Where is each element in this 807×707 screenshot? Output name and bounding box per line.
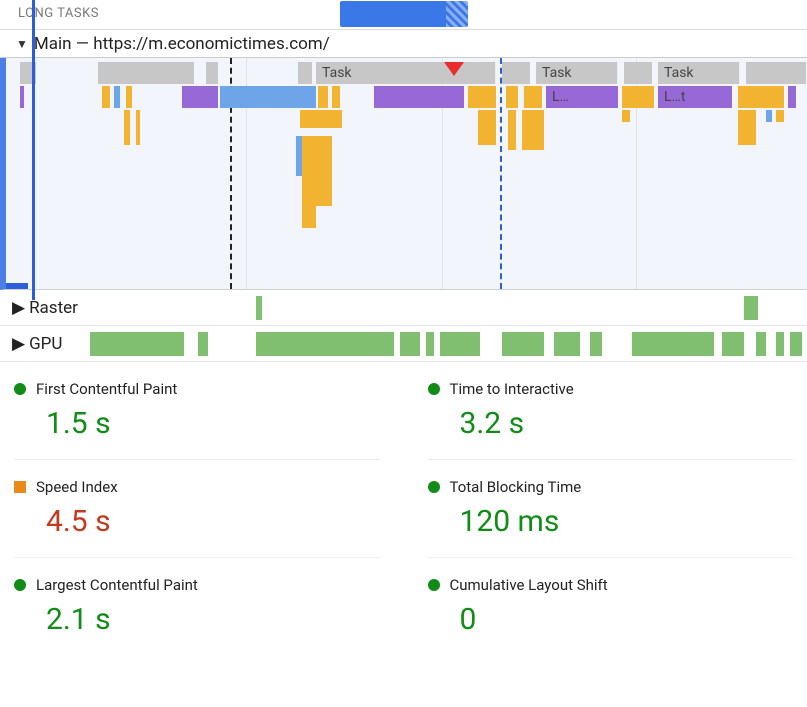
metric-label: Largest Contentful Paint — [36, 576, 198, 594]
metric-tbt[interactable]: Total Blocking Time 120 ms — [428, 459, 794, 557]
metric-value: 120 ms — [428, 504, 794, 539]
long-task-hatch-icon — [446, 1, 468, 27]
main-track-title: Main — https://m.economictimes.com/ — [34, 34, 330, 54]
long-tasks-track[interactable]: LONG TASKS — [0, 0, 807, 30]
metric-label: Speed Index — [36, 478, 118, 496]
selection-handle[interactable] — [6, 283, 28, 289]
gpu-block[interactable] — [90, 332, 184, 356]
metric-value: 1.5 s — [14, 406, 380, 441]
metric-label: Time to Interactive — [450, 380, 574, 398]
metric-label: Cumulative Layout Shift — [450, 576, 608, 594]
chevron-right-icon[interactable]: ▶ — [12, 298, 25, 318]
status-good-icon — [428, 481, 440, 493]
raster-label: Raster — [29, 298, 78, 318]
task-block[interactable]: Task — [536, 62, 618, 84]
main-track-header[interactable]: ▼ Main — https://m.economictimes.com/ — [0, 30, 807, 58]
task-block[interactable]: Task — [316, 62, 496, 84]
raster-block[interactable] — [256, 296, 262, 320]
metric-tti[interactable]: Time to Interactive 3.2 s — [428, 362, 794, 459]
chevron-right-icon[interactable]: ▶ — [12, 334, 25, 354]
metric-label: First Contentful Paint — [36, 380, 177, 398]
lighthouse-metrics: First Contentful Paint 1.5 s Time to Int… — [0, 362, 807, 655]
gpu-block[interactable] — [790, 332, 802, 356]
raster-block[interactable] — [744, 296, 758, 320]
gpu-block[interactable] — [554, 332, 580, 356]
main-flame-chart[interactable]: Task Task Task L… L…t — [0, 58, 807, 290]
metric-value: 0 — [428, 602, 794, 637]
long-tasks-label: LONG TASKS — [18, 6, 99, 21]
status-good-icon — [14, 383, 26, 395]
metric-fcp[interactable]: First Contentful Paint 1.5 s — [14, 362, 380, 459]
metric-value: 4.5 s — [14, 504, 380, 539]
gpu-block[interactable] — [400, 332, 420, 356]
gpu-block[interactable] — [590, 332, 602, 356]
flame-block[interactable]: L…t — [658, 86, 732, 108]
status-medium-icon — [14, 481, 26, 493]
gpu-block[interactable] — [256, 332, 394, 356]
metric-label: Total Blocking Time — [450, 478, 582, 496]
playhead-marker[interactable] — [32, 0, 35, 300]
task-block[interactable]: Task — [658, 62, 740, 84]
long-task-block[interactable] — [340, 1, 468, 27]
gpu-label: GPU — [29, 334, 62, 354]
gpu-block[interactable] — [198, 332, 208, 356]
raster-track[interactable]: ▶ Raster — [0, 290, 807, 326]
metric-value: 3.2 s — [428, 406, 794, 441]
gpu-block[interactable] — [776, 332, 784, 356]
metric-value: 2.1 s — [14, 602, 380, 637]
warning-marker-icon — [444, 62, 464, 76]
gpu-block[interactable] — [722, 332, 744, 356]
chevron-down-icon[interactable]: ▼ — [16, 37, 28, 51]
gpu-block[interactable] — [426, 332, 434, 356]
gpu-block[interactable] — [756, 332, 766, 356]
gpu-track[interactable]: ▶ GPU — [0, 326, 807, 362]
gpu-block[interactable] — [502, 332, 544, 356]
status-good-icon — [14, 579, 26, 591]
gpu-block[interactable] — [632, 332, 714, 356]
status-good-icon — [428, 579, 440, 591]
metric-lcp[interactable]: Largest Contentful Paint 2.1 s — [14, 557, 380, 655]
metric-si[interactable]: Speed Index 4.5 s — [14, 459, 380, 557]
status-good-icon — [428, 383, 440, 395]
gpu-block[interactable] — [440, 332, 480, 356]
metric-cls[interactable]: Cumulative Layout Shift 0 — [428, 557, 794, 655]
flame-block[interactable]: L… — [546, 86, 618, 108]
